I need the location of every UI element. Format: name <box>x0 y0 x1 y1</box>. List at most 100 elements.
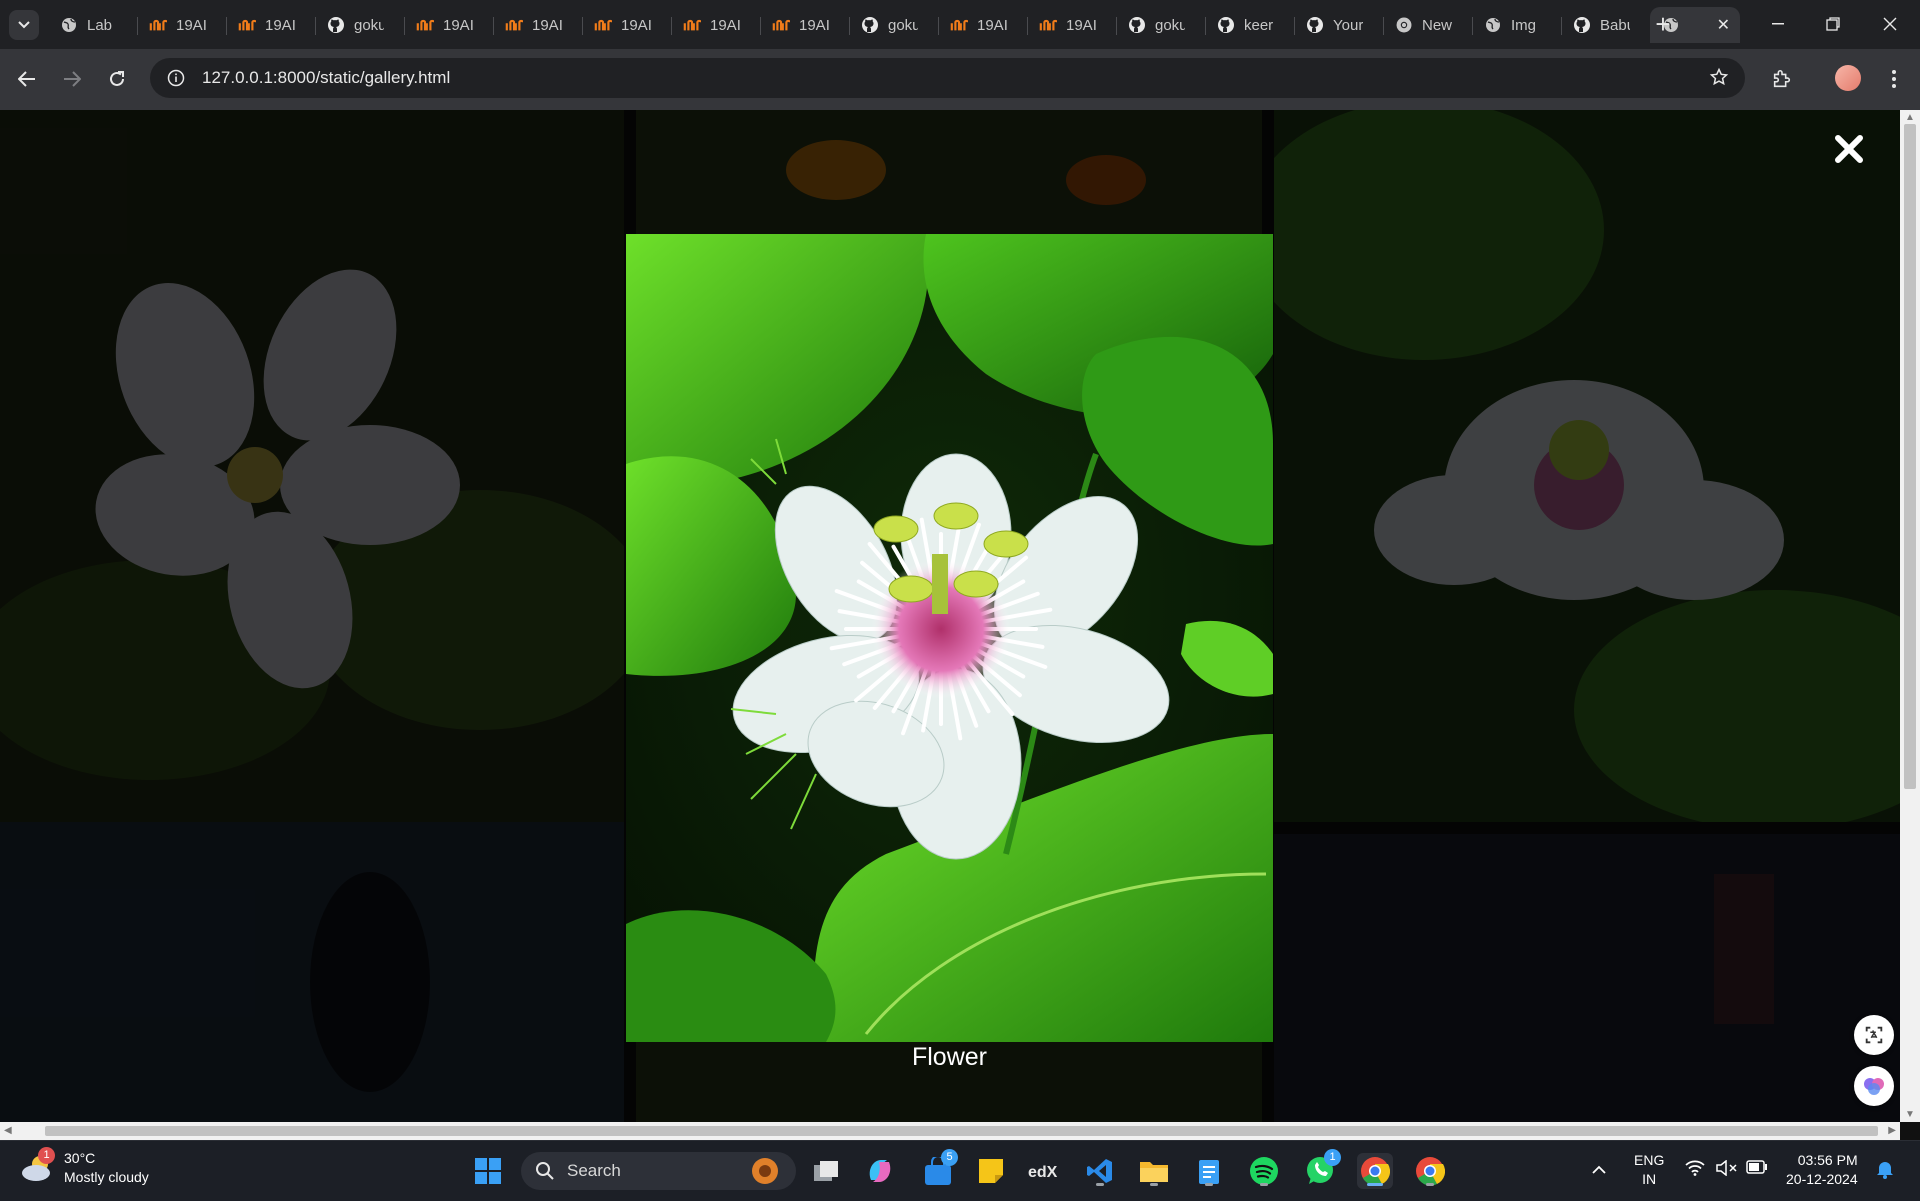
tab[interactable]: 19AI <box>671 7 760 43</box>
tab-search-button[interactable] <box>9 10 39 40</box>
new-tab-button[interactable]: + <box>1649 8 1677 40</box>
restore-button[interactable] <box>1811 6 1855 42</box>
site-info-icon[interactable] <box>164 66 188 90</box>
scroll-right-arrow-icon[interactable]: ▶ <box>1888 1125 1896 1136</box>
scroll-left-arrow-icon[interactable]: ◀ <box>4 1125 12 1136</box>
edx-button[interactable]: edX <box>1026 1153 1062 1189</box>
file-explorer-button[interactable] <box>1136 1153 1172 1189</box>
sticky-notes-button[interactable] <box>973 1153 1009 1189</box>
horizontal-scroll-thumb[interactable] <box>45 1126 1878 1136</box>
back-button[interactable] <box>11 63 43 95</box>
lightbox-close-button[interactable] <box>1832 132 1866 166</box>
tab[interactable]: goku <box>1116 7 1205 43</box>
windows-taskbar: 1 30°C Mostly cloudy Search 5 edX 1 ENG … <box>0 1140 1920 1201</box>
address-bar[interactable]: 127.0.0.1:8000/static/gallery.html <box>150 58 1745 98</box>
notepad-icon <box>1199 1160 1219 1184</box>
volume-muted-icon[interactable] <box>1716 1159 1738 1179</box>
lightbox-caption: Flower <box>911 1043 987 1071</box>
github-icon <box>1128 16 1146 34</box>
close-window-button[interactable] <box>1868 6 1912 42</box>
github-icon <box>1573 16 1591 34</box>
tab[interactable]: Your <box>1294 7 1383 43</box>
microsoft-store-button[interactable]: 5 <box>920 1149 958 1189</box>
task-view-button[interactable] <box>808 1153 844 1189</box>
horizontal-scrollbar[interactable]: ◀ ▶ <box>0 1122 1900 1140</box>
brain-extension-button[interactable] <box>1854 1066 1894 1106</box>
tab-19ai-icon <box>683 16 701 34</box>
chevron-down-icon <box>18 21 30 29</box>
copilot-button[interactable] <box>862 1153 898 1189</box>
browser-toolbar: 127.0.0.1:8000/static/gallery.html <box>0 49 1920 110</box>
wifi-icon[interactable] <box>1685 1160 1705 1179</box>
tab-list: Lab 19AI 19AI goku 19AI 19AI 19AI 19AI 19AI goku 1… <box>48 7 1740 43</box>
tab-19ai-icon <box>238 16 256 34</box>
weather-temperature: 30°C <box>64 1150 96 1166</box>
vscode-button[interactable] <box>1082 1153 1118 1189</box>
language-region: IN <box>1642 1171 1657 1187</box>
tab[interactable]: 19AI <box>1027 7 1116 43</box>
tab-title: 19AI <box>265 16 295 34</box>
spotify-button[interactable] <box>1246 1153 1282 1189</box>
language-indicator[interactable]: ENG IN <box>1634 1151 1664 1189</box>
tab[interactable]: goku <box>849 7 938 43</box>
tab[interactable]: 19AI <box>404 7 493 43</box>
forward-button[interactable] <box>56 63 88 95</box>
tab[interactable]: goku <box>315 7 404 43</box>
copilot-icon <box>869 1160 891 1182</box>
start-button[interactable] <box>470 1153 506 1189</box>
tab-title: Img <box>1511 16 1537 34</box>
close-icon <box>1835 135 1863 163</box>
url-text[interactable]: 127.0.0.1:8000/static/gallery.html <box>202 68 450 88</box>
vertical-scrollbar[interactable]: ▲ ▼ <box>1900 110 1920 1122</box>
restore-icon <box>1826 17 1840 31</box>
chrome-icon <box>1416 1157 1445 1186</box>
clock[interactable]: 03:56 PM 20-12-2024 <box>1786 1151 1858 1189</box>
tab-19ai-icon <box>149 16 167 34</box>
tab[interactable]: 19AI <box>582 7 671 43</box>
bookmark-star-icon[interactable] <box>1709 67 1729 92</box>
weather-widget[interactable]: 1 30°C Mostly cloudy <box>20 1147 149 1187</box>
tab-title: keer <box>1244 16 1274 34</box>
minimize-button[interactable] <box>1756 6 1800 42</box>
tab[interactable]: Babu <box>1561 7 1650 43</box>
scroll-down-arrow-icon[interactable]: ▼ <box>1905 1109 1915 1120</box>
tab[interactable]: 19AI <box>137 7 226 43</box>
vertical-scroll-thumb[interactable] <box>1904 124 1916 789</box>
reload-button[interactable] <box>101 63 133 95</box>
vscode-icon <box>1087 1159 1112 1183</box>
edx-icon: edX <box>1028 1164 1058 1181</box>
tab-title: goku <box>1155 16 1185 34</box>
chrome-button[interactable] <box>1412 1153 1448 1189</box>
tab[interactable]: 19AI <box>226 7 315 43</box>
taskbar-search[interactable]: Search <box>521 1152 796 1190</box>
tab[interactable]: 19AI <box>493 7 582 43</box>
tab-title: goku <box>354 16 384 34</box>
tab[interactable]: 19AI <box>938 7 1027 43</box>
tab[interactable]: Img <box>1472 7 1561 43</box>
profile-avatar[interactable] <box>1835 65 1861 91</box>
globe-icon <box>1484 16 1502 34</box>
tab-title: 19AI <box>443 16 473 34</box>
extensions-button[interactable] <box>1766 63 1798 95</box>
scroll-up-arrow-icon[interactable]: ▲ <box>1905 112 1915 123</box>
battery-icon[interactable] <box>1746 1160 1768 1177</box>
tab[interactable]: 19AI <box>760 7 849 43</box>
tab[interactable]: New <box>1383 7 1472 43</box>
show-hidden-icons-button[interactable] <box>1592 1161 1606 1177</box>
chrome-icon <box>1395 16 1413 34</box>
google-lens-button[interactable] <box>1854 1015 1894 1055</box>
clock-time: 03:56 PM <box>1797 1152 1858 1168</box>
back-arrow-icon <box>18 71 35 87</box>
github-icon <box>1306 16 1324 34</box>
whatsapp-button[interactable]: 1 <box>1302 1149 1341 1189</box>
tab-title: 19AI <box>710 16 740 34</box>
notifications-bell-icon[interactable] <box>1876 1159 1894 1182</box>
tab-19ai-icon <box>505 16 523 34</box>
tab[interactable]: keer <box>1205 7 1294 43</box>
tab-close-icon[interactable]: ✕ <box>1717 15 1730 35</box>
tab-title: 19AI <box>977 16 1007 34</box>
tab[interactable]: Lab <box>48 7 137 43</box>
notepad-button[interactable] <box>1191 1153 1227 1189</box>
chrome-active-button[interactable] <box>1357 1153 1393 1189</box>
menu-button[interactable] <box>1878 63 1910 95</box>
